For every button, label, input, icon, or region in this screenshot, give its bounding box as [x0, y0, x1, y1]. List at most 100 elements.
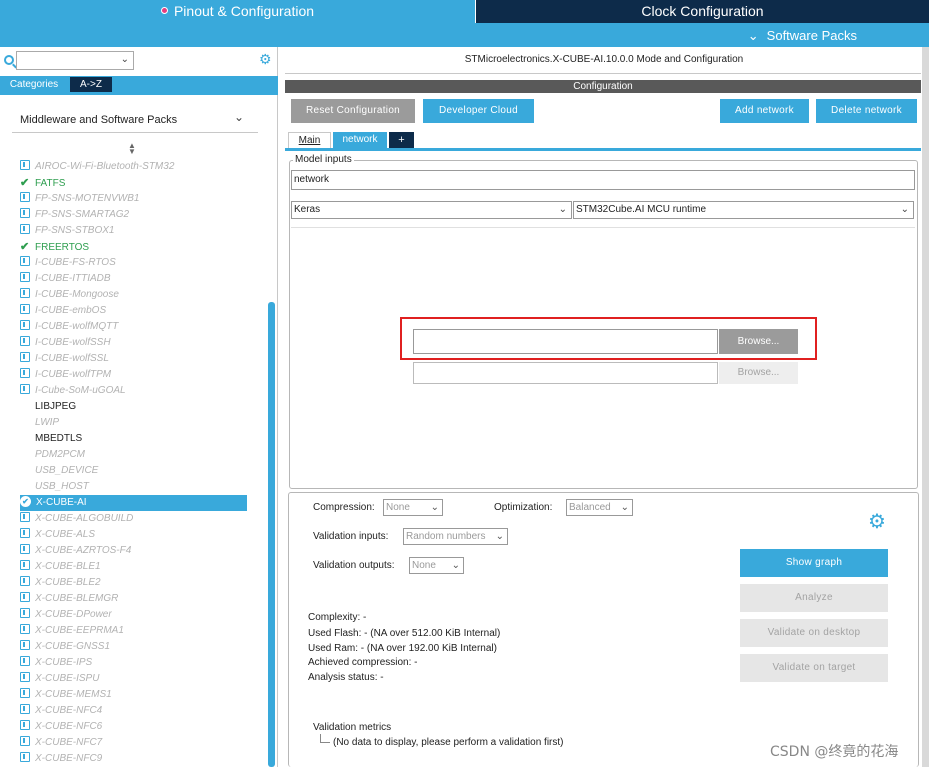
runtime-value: STM32Cube.AI MCU runtime	[576, 204, 707, 215]
optimization-select[interactable]: Balanced ⌄	[566, 499, 633, 516]
list-item[interactable]: ✔ X-CUBE-AI	[20, 495, 247, 511]
validation-inputs-value: Random numbers	[406, 531, 486, 542]
reset-configuration-button[interactable]: Reset Configuration	[291, 99, 415, 123]
list-item[interactable]: X-CUBE-AZRTOS-F4	[20, 543, 247, 559]
tab-a-z[interactable]: A->Z	[70, 77, 112, 92]
list-item-label: USB_DEVICE	[35, 465, 99, 476]
pinout-dot-icon	[160, 6, 168, 14]
chevron-down-icon[interactable]: ⌄	[234, 110, 244, 124]
list-item[interactable]: I-CUBE-ITTIADB	[20, 271, 247, 287]
list-item[interactable]: LIBJPEG	[20, 399, 247, 415]
browse-model-button[interactable]: Browse...	[719, 329, 798, 354]
scrollbar-thumb[interactable]	[268, 302, 275, 767]
model-file-field[interactable]	[413, 329, 718, 354]
list-item[interactable]: I-CUBE-wolfTPM	[20, 367, 247, 383]
list-item[interactable]: X-CUBE-EEPRMA1	[20, 623, 247, 639]
software-packs-label: Software Packs	[766, 28, 857, 43]
model-inputs-legend: Model inputs	[293, 154, 354, 165]
pack-download-icon	[20, 688, 30, 699]
list-item[interactable]: AIROC-Wi-Fi-Bluetooth-STM32	[20, 159, 247, 175]
sort-icon[interactable]: ▲ ▼	[128, 142, 136, 156]
list-item[interactable]: MBEDTLS	[20, 431, 247, 447]
list-item-label: X-CUBE-BLEMGR	[35, 593, 119, 604]
group-title[interactable]: Middleware and Software Packs	[20, 114, 177, 126]
list-item[interactable]: X-CUBE-IPS	[20, 655, 247, 671]
list-item-label: FP-SNS-MOTENVWB1	[35, 193, 140, 204]
validate-target-button[interactable]: Validate on target	[740, 654, 888, 682]
list-item[interactable]: X-CUBE-BLE1	[20, 559, 247, 575]
list-item[interactable]: PDM2PCM	[20, 447, 247, 463]
add-network-button[interactable]: Add network	[720, 99, 809, 123]
runtime-select[interactable]: STM32Cube.AI MCU runtime ⌄	[573, 201, 914, 219]
list-item[interactable]: USB_HOST	[20, 479, 247, 495]
list-item[interactable]: ✔ FATFS	[20, 175, 247, 191]
list-item[interactable]: USB_DEVICE	[20, 463, 247, 479]
list-item[interactable]: X-CUBE-ALGOBUILD	[20, 511, 247, 527]
tab-pinout-configuration[interactable]: Pinout & Configuration	[0, 0, 475, 23]
network-name-field[interactable]: network	[291, 170, 915, 190]
list-item[interactable]: X-CUBE-GNSS1	[20, 639, 247, 655]
list-item[interactable]: X-CUBE-BLEMGR	[20, 591, 247, 607]
weights-file-field[interactable]	[413, 362, 718, 384]
list-item-label: X-CUBE-GNSS1	[35, 641, 111, 652]
gear-icon[interactable]: ⚙	[259, 51, 272, 68]
list-item[interactable]: I-CUBE-FS-RTOS	[20, 255, 247, 271]
list-item[interactable]: FP-SNS-SMARTAG2	[20, 207, 247, 223]
add-tab-button[interactable]: +	[389, 132, 414, 148]
validation-inputs-select[interactable]: Random numbers ⌄	[403, 528, 508, 545]
framework-select[interactable]: Keras ⌄	[291, 201, 572, 219]
list-item[interactable]: I-CUBE-wolfSSH	[20, 335, 247, 351]
list-item[interactable]: X-CUBE-BLE2	[20, 575, 247, 591]
list-item[interactable]: I-Cube-SoM-uGOAL	[20, 383, 247, 399]
list-item-label: X-CUBE-MEMS1	[35, 689, 112, 700]
list-item[interactable]: X-CUBE-NFC4	[20, 703, 247, 719]
divider	[291, 227, 915, 228]
search-input[interactable]: ⌄	[16, 51, 134, 70]
list-item[interactable]: FP-SNS-MOTENVWB1	[20, 191, 247, 207]
check-icon: ✔	[20, 241, 30, 253]
browse-weights-button[interactable]: Browse...	[719, 362, 798, 384]
validation-outputs-select[interactable]: None ⌄	[409, 557, 464, 574]
list-item[interactable]: I-CUBE-embOS	[20, 303, 247, 319]
list-item[interactable]: ✔ FREERTOS	[20, 239, 247, 255]
pack-download-icon	[20, 704, 30, 715]
list-item[interactable]: I-CUBE-wolfMQTT	[20, 319, 247, 335]
pack-download-icon	[20, 352, 30, 363]
tab-network[interactable]: network	[333, 132, 387, 148]
validation-metrics-empty: (No data to display, please perform a va…	[333, 737, 564, 748]
compression-select[interactable]: None ⌄	[383, 499, 443, 516]
list-item-label: I-Cube-SoM-uGOAL	[35, 385, 126, 396]
tab-clock-configuration[interactable]: Clock Configuration	[476, 0, 929, 23]
list-item[interactable]: X-CUBE-NFC9	[20, 751, 247, 767]
list-item-label: X-CUBE-ALGOBUILD	[35, 513, 134, 524]
list-item-label: MBEDTLS	[35, 433, 83, 444]
list-item[interactable]: FP-SNS-STBOX1	[20, 223, 247, 239]
validate-desktop-button[interactable]: Validate on desktop	[740, 619, 888, 647]
list-item[interactable]: I-CUBE-wolfSSL	[20, 351, 247, 367]
tab-categories[interactable]: Categories	[2, 77, 66, 92]
list-item[interactable]: X-CUBE-NFC7	[20, 735, 247, 751]
analyze-button[interactable]: Analyze	[740, 584, 888, 612]
list-item-label: I-CUBE-wolfSSL	[35, 353, 109, 364]
list-item[interactable]: X-CUBE-ALS	[20, 527, 247, 543]
list-item[interactable]: X-CUBE-DPower	[20, 607, 247, 623]
list-item-label: X-CUBE-AZRTOS-F4	[35, 545, 132, 556]
framework-value: Keras	[294, 204, 321, 215]
pack-download-icon	[20, 192, 30, 203]
list-item[interactable]: I-CUBE-Mongoose	[20, 287, 247, 303]
scrollbar[interactable]	[922, 47, 929, 767]
list-item[interactable]: X-CUBE-ISPU	[20, 671, 247, 687]
list-item[interactable]: LWIP	[20, 415, 247, 431]
software-packs-menu[interactable]: ⌄ Software Packs	[748, 27, 857, 44]
list-item[interactable]: X-CUBE-MEMS1	[20, 687, 247, 703]
pack-download-icon	[20, 752, 30, 763]
pack-download-icon	[20, 160, 30, 171]
show-graph-button[interactable]: Show graph	[740, 549, 888, 577]
check-circle-icon: ✔	[20, 495, 31, 507]
tab-main[interactable]: Main	[288, 132, 331, 148]
validation-outputs-label: Validation outputs:	[313, 560, 395, 571]
delete-network-button[interactable]: Delete network	[816, 99, 917, 123]
list-item[interactable]: X-CUBE-NFC6	[20, 719, 247, 735]
gear-icon[interactable]: ⚙	[868, 509, 886, 534]
developer-cloud-button[interactable]: Developer Cloud	[423, 99, 534, 123]
